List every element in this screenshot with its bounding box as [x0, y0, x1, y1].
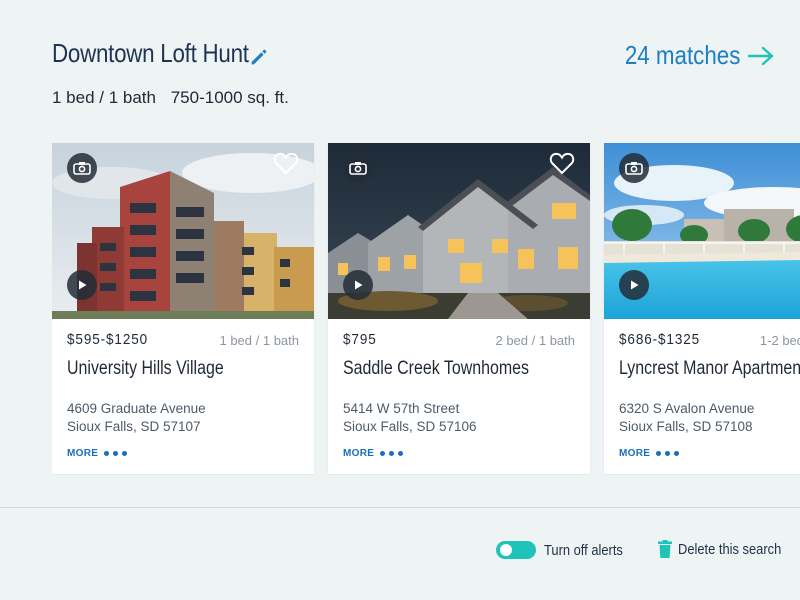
play-icon[interactable]: [343, 270, 373, 300]
search-title: Downtown Loft Hunt: [52, 38, 249, 68]
more-label: MORE: [67, 448, 99, 459]
alerts-toggle[interactable]: Turn off alerts: [496, 541, 636, 559]
listing-address: 6320 S Avalon Avenue Sioux Falls, SD 571…: [619, 400, 754, 436]
matches-label: 24 matches: [624, 40, 740, 70]
search-criteria: 1 bed / 1 bath 750-1000 sq. ft.: [52, 88, 289, 108]
more-button[interactable]: MORE: [67, 448, 128, 459]
camera-icon: [343, 153, 373, 183]
listing-price: $795: [343, 331, 377, 348]
listing-carousel: $595-$1250 1 bed / 1 bath University Hil…: [52, 143, 800, 475]
arrow-right-icon: [747, 46, 774, 65]
listing-photo[interactable]: [604, 143, 800, 319]
camera-icon: [67, 153, 97, 183]
address-line-1: 5414 W 57th Street: [343, 401, 460, 416]
listing-address: 5414 W 57th Street Sioux Falls, SD 57106: [343, 400, 477, 436]
criteria-beds: 1 bed / 1 bath: [52, 88, 156, 107]
delete-search-button[interactable]: Delete this search: [658, 540, 798, 558]
address-line-2: Sioux Falls, SD 57106: [343, 419, 477, 434]
matches-link[interactable]: 24 matches: [606, 40, 776, 71]
more-label: MORE: [343, 448, 375, 459]
heart-icon[interactable]: [549, 151, 575, 175]
toggle-knob: [500, 544, 512, 556]
listing-address: 4609 Graduate Avenue Sioux Falls, SD 571…: [67, 400, 206, 436]
listing-card[interactable]: $686-$1325 1-2 bed / 1 bath Lyncrest Man…: [604, 143, 800, 474]
alerts-label: Turn off alerts: [544, 541, 623, 559]
listing-beds: 1-2 bed / 1 bath: [759, 333, 800, 348]
listing-name[interactable]: Lyncrest Manor Apartments: [619, 358, 800, 380]
more-button[interactable]: MORE: [619, 448, 680, 459]
listing-price: $595-$1250: [67, 331, 149, 348]
camera-icon: [619, 153, 649, 183]
heart-icon[interactable]: [273, 151, 299, 175]
listing-beds: 1 bed / 1 bath: [219, 333, 299, 348]
listing-photo[interactable]: [328, 143, 590, 319]
more-button[interactable]: MORE: [343, 448, 404, 459]
footer-divider: [0, 507, 800, 508]
play-icon[interactable]: [67, 270, 97, 300]
listing-beds: 2 bed / 1 bath: [495, 333, 575, 348]
play-icon[interactable]: [619, 270, 649, 300]
toggle-switch[interactable]: [496, 541, 536, 559]
more-dots-icon: [656, 451, 680, 456]
delete-label: Delete this search: [678, 540, 782, 558]
listing-name[interactable]: University Hills Village: [67, 358, 224, 380]
more-dots-icon: [104, 451, 128, 456]
more-dots-icon: [380, 451, 404, 456]
address-line-2: Sioux Falls, SD 57108: [619, 419, 753, 434]
trash-icon: [658, 540, 672, 558]
listing-card[interactable]: $595-$1250 1 bed / 1 bath University Hil…: [52, 143, 314, 474]
listing-name[interactable]: Saddle Creek Townhomes: [343, 358, 529, 380]
listing-photo[interactable]: [52, 143, 314, 319]
more-label: MORE: [619, 448, 651, 459]
address-line-2: Sioux Falls, SD 57107: [67, 419, 201, 434]
listing-price: $686-$1325: [619, 331, 701, 348]
listing-card[interactable]: $795 2 bed / 1 bath Saddle Creek Townhom…: [328, 143, 590, 474]
address-line-1: 4609 Graduate Avenue: [67, 401, 206, 416]
criteria-size: 750-1000 sq. ft.: [170, 88, 289, 107]
address-line-1: 6320 S Avalon Avenue: [619, 401, 755, 416]
pencil-icon[interactable]: [248, 46, 270, 68]
